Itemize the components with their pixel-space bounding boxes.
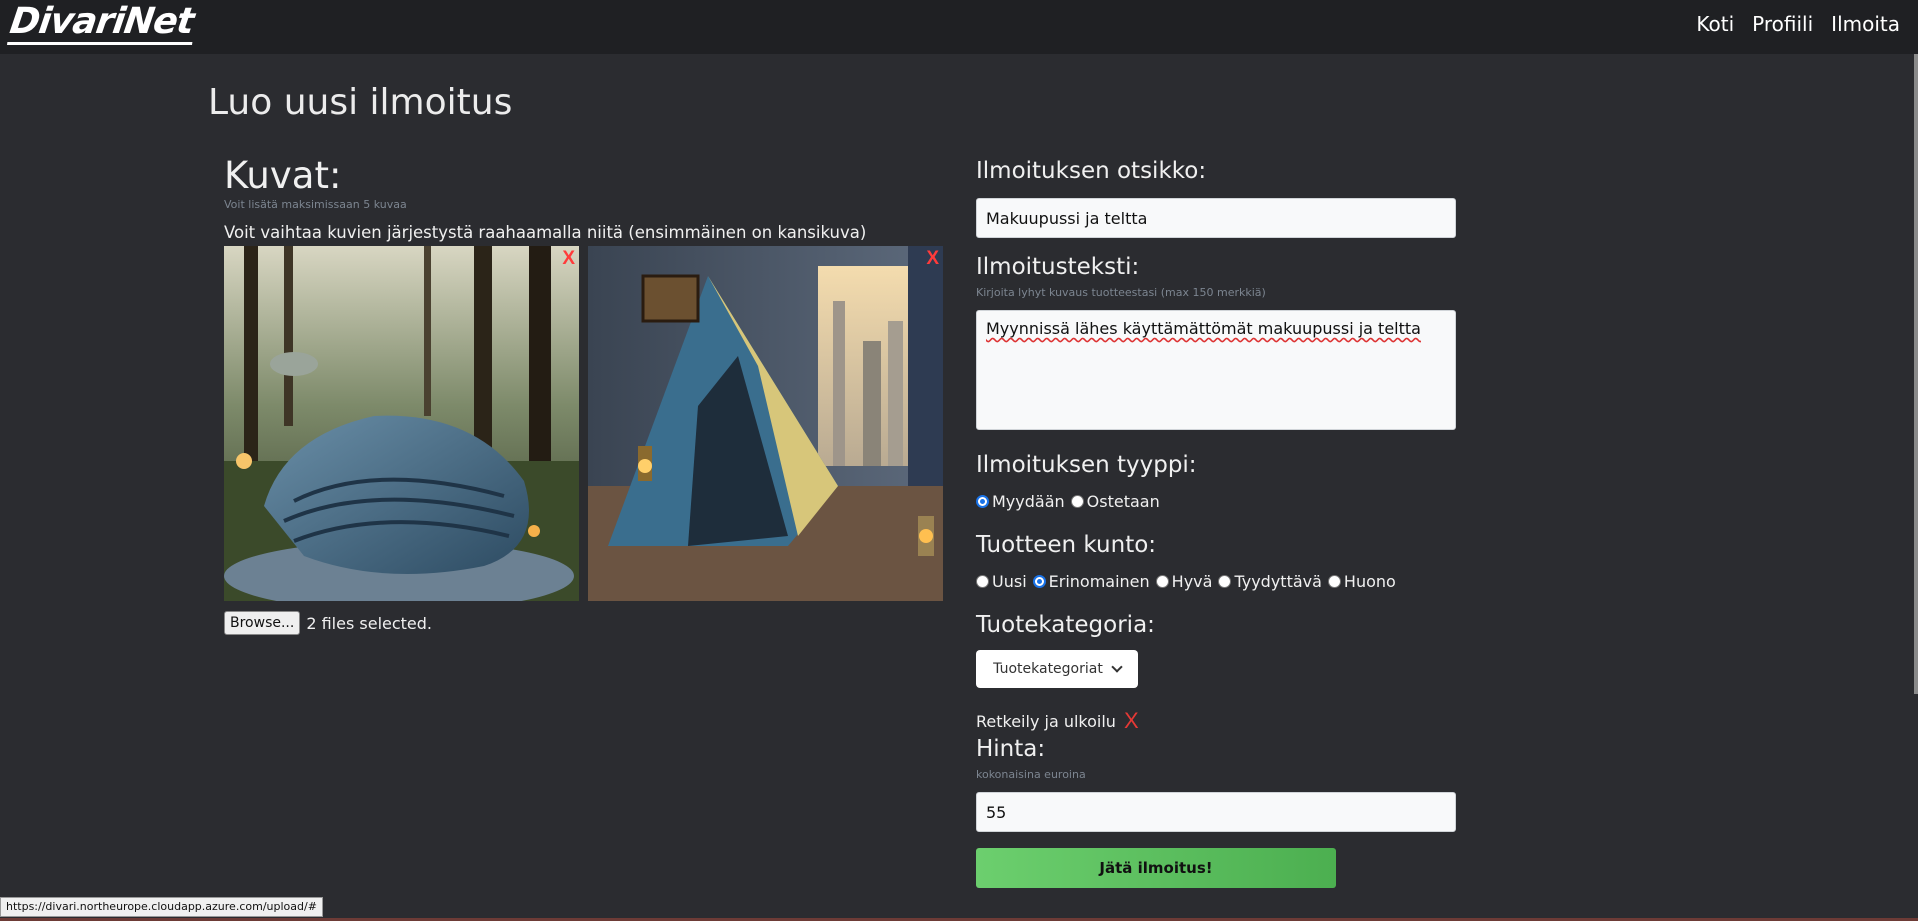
- radio-myydaan[interactable]: Myydään: [976, 492, 1065, 511]
- type-label: Ilmoituksen tyyppi:: [976, 452, 1197, 478]
- description-textarea[interactable]: Myynnissä lähes käyttämättömät makuupuss…: [976, 310, 1456, 430]
- nav-link-profiili[interactable]: Profiili: [1752, 12, 1813, 36]
- page-scrollbar[interactable]: [1914, 54, 1918, 694]
- remove-image-1-button[interactable]: X: [562, 248, 575, 270]
- tent-image: [588, 246, 943, 601]
- condition-label: Tuotteen kunto:: [976, 532, 1157, 558]
- description-text: Myynnissä lähes käyttämättömät makuupuss…: [986, 319, 1421, 338]
- remove-category-button[interactable]: X: [1124, 708, 1139, 734]
- radio-hyva[interactable]: Hyvä: [1155, 572, 1213, 591]
- nav-link-koti[interactable]: Koti: [1696, 12, 1734, 36]
- radio-uusi-label: Uusi: [992, 572, 1027, 591]
- radio-huono-label: Huono: [1343, 572, 1396, 591]
- radio-huono[interactable]: Huono: [1327, 572, 1396, 591]
- sleeping-bag-image: [224, 246, 579, 601]
- radio-erinomainen-label: Erinomainen: [1048, 572, 1150, 591]
- radio-tyydyttava-label: Tyydyttävä: [1234, 572, 1322, 591]
- file-input-row: Browse... 2 files selected.: [224, 611, 432, 635]
- chevron-down-icon: [1111, 660, 1123, 673]
- radio-myydaan-label: Myydään: [992, 492, 1065, 511]
- file-status-text: 2 files selected.: [306, 613, 433, 633]
- status-bar-url: https://divari.northeurope.cloudapp.azur…: [0, 897, 323, 917]
- navbar: DivariNet Koti Profiili Ilmoita: [0, 0, 1918, 54]
- browse-files-button[interactable]: Browse...: [224, 611, 301, 635]
- radio-uusi-control[interactable]: [976, 575, 989, 588]
- site-logo[interactable]: DivariNet: [6, 1, 198, 45]
- title-label: Ilmoituksen otsikko:: [976, 158, 1207, 184]
- radio-hyva-control[interactable]: [1155, 575, 1169, 588]
- title-input[interactable]: [976, 198, 1456, 238]
- category-dropdown[interactable]: Tuotekategoriat: [976, 650, 1138, 688]
- type-radio-group: Myydään Ostetaan: [976, 492, 1160, 511]
- image-thumbnail-tent[interactable]: X: [588, 246, 943, 601]
- radio-myydaan-control[interactable]: [976, 495, 989, 508]
- price-input[interactable]: [976, 792, 1456, 832]
- page-title: Luo uusi ilmoitus: [208, 82, 513, 123]
- nav-links: Koti Profiili Ilmoita: [1696, 12, 1900, 36]
- images-reorder-text: Voit vaihtaa kuvien järjestystä raahaama…: [224, 223, 867, 242]
- radio-hyva-label: Hyvä: [1171, 572, 1213, 591]
- radio-tyydyttava[interactable]: Tyydyttävä: [1218, 572, 1322, 591]
- text-label: Ilmoitusteksti:: [976, 254, 1140, 280]
- submit-button[interactable]: Jätä ilmoitus!: [976, 848, 1336, 888]
- radio-ostetaan-control[interactable]: [1070, 495, 1084, 508]
- text-hint: Kirjoita lyhyt kuvaus tuotteestasi (max …: [976, 286, 1266, 299]
- nav-link-ilmoita[interactable]: Ilmoita: [1831, 12, 1900, 36]
- category-label: Tuotekategoria:: [976, 612, 1155, 638]
- image-thumbnail-sleeping-bag[interactable]: X: [224, 246, 579, 601]
- condition-radio-group: Uusi Erinomainen Hyvä Tyydyttävä Huono: [976, 572, 1396, 591]
- radio-tyydyttava-control[interactable]: [1218, 575, 1232, 588]
- category-dropdown-label: Tuotekategoriat: [993, 661, 1103, 677]
- remove-image-2-button[interactable]: X: [926, 248, 939, 270]
- price-label: Hinta:: [976, 736, 1046, 762]
- radio-uusi[interactable]: Uusi: [976, 572, 1027, 591]
- radio-ostetaan-label: Ostetaan: [1086, 492, 1160, 511]
- images-heading: Kuvat:: [224, 154, 342, 197]
- radio-huono-control[interactable]: [1327, 575, 1341, 588]
- selected-category: Retkeily ja ulkoilu X: [976, 708, 1139, 734]
- radio-erinomainen-control[interactable]: [1032, 575, 1046, 588]
- images-hint: Voit lisätä maksimissaan 5 kuvaa: [224, 198, 407, 211]
- selected-category-label: Retkeily ja ulkoilu: [976, 711, 1116, 731]
- price-hint: kokonaisina euroina: [976, 768, 1086, 781]
- radio-ostetaan[interactable]: Ostetaan: [1070, 492, 1160, 511]
- radio-erinomainen[interactable]: Erinomainen: [1032, 572, 1150, 591]
